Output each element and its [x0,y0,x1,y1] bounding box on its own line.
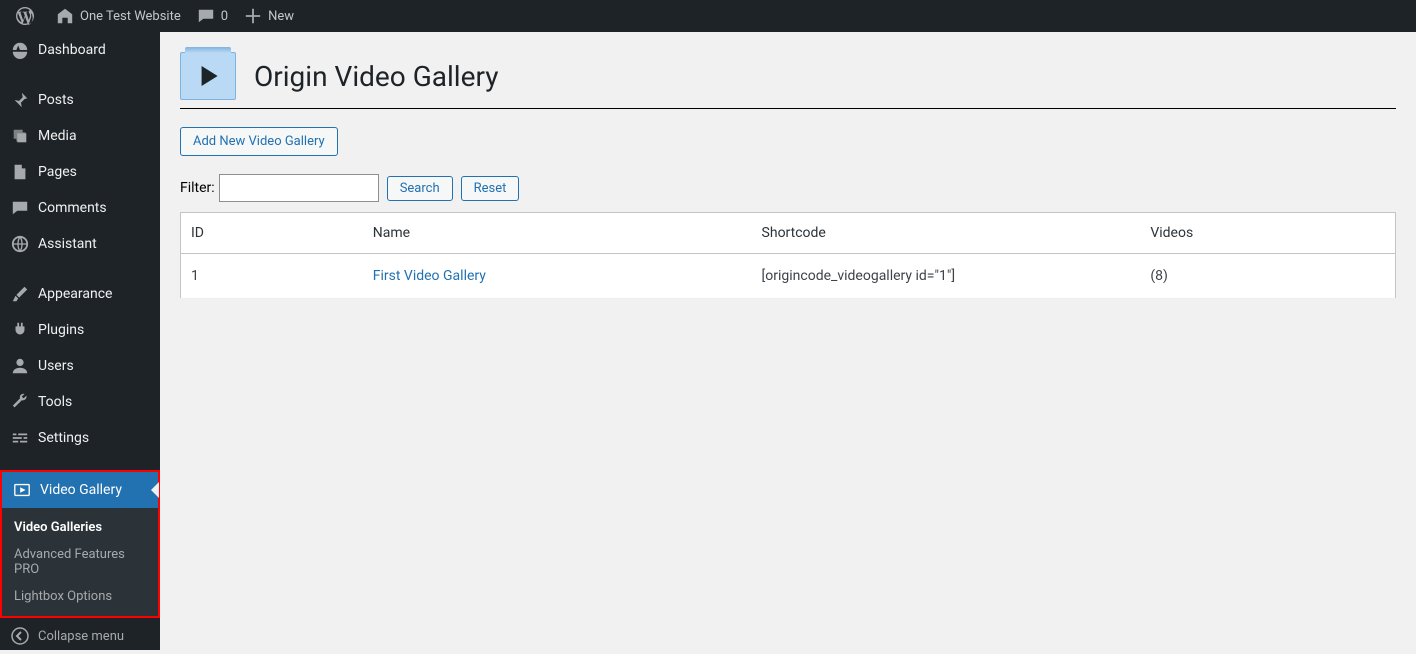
video-gallery-submenu: Video Galleries Advanced Features PRO Li… [2,508,158,616]
collapse-menu[interactable]: Collapse menu [0,618,160,654]
menu-settings[interactable]: Settings [0,420,160,456]
table-header-row: ID Name Shortcode Videos [181,213,1396,254]
comments-count: 0 [221,9,228,24]
filter-label: Filter: [180,180,215,196]
site-name-text: One Test Website [80,9,181,24]
cell-shortcode: [origincode_videogallery id="1"] [752,254,1141,299]
cell-id: 1 [181,254,363,299]
menu-posts[interactable]: Posts [0,82,160,118]
menu-label: Assistant [38,236,97,252]
gallery-name-link[interactable]: First Video Gallery [373,268,486,284]
galleries-table: ID Name Shortcode Videos 1 First Video G… [180,212,1396,299]
page-title: Origin Video Gallery [254,60,498,93]
cell-videos: (8) [1140,254,1395,299]
add-new-gallery-button[interactable]: Add New Video Gallery [180,127,338,156]
main-content: Origin Video Gallery Add New Video Galle… [160,32,1416,650]
col-id: ID [181,213,363,254]
collapse-label: Collapse menu [38,629,124,644]
menu-label: Posts [38,92,74,108]
menu-label: Video Gallery [40,482,122,498]
admin-bar: One Test Website 0 New [0,0,1416,32]
menu-label: Pages [38,164,77,180]
menu-label: Plugins [38,322,84,338]
menu-dashboard[interactable]: Dashboard [0,32,160,68]
menu-pages[interactable]: Pages [0,154,160,190]
video-gallery-highlight: Video Gallery Video Galleries Advanced F… [0,470,160,618]
menu-tools[interactable]: Tools [0,384,160,420]
menu-label: Dashboard [38,42,106,58]
col-shortcode: Shortcode [752,213,1141,254]
search-button[interactable]: Search [387,176,453,201]
page-icon [10,162,30,182]
menu-label: Tools [38,394,72,410]
submenu-video-galleries[interactable]: Video Galleries [2,514,158,541]
comment-icon [10,198,30,218]
brush-icon [10,284,30,304]
menu-label: Settings [38,430,89,446]
plug-icon [10,320,30,340]
new-content-link[interactable]: New [236,0,302,32]
user-icon [10,356,30,376]
media-icon [10,126,30,146]
col-videos: Videos [1140,213,1395,254]
pin-icon [10,90,30,110]
menu-plugins[interactable]: Plugins [0,312,160,348]
filter-input[interactable] [219,174,379,202]
comments-link[interactable]: 0 [189,0,236,32]
dashboard-icon [10,40,30,60]
menu-label: Users [38,358,74,374]
menu-label: Media [38,128,77,144]
page-header: Origin Video Gallery [180,52,1396,109]
menu-users[interactable]: Users [0,348,160,384]
menu-comments[interactable]: Comments [0,190,160,226]
submenu-lightbox-options[interactable]: Lightbox Options [2,583,158,610]
table-row[interactable]: 1 First Video Gallery [origincode_videog… [181,254,1396,299]
submenu-advanced-features[interactable]: Advanced Features PRO [2,541,158,583]
filter-row: Filter: Search Reset [180,174,1396,202]
wrench-icon [10,392,30,412]
reset-button[interactable]: Reset [461,176,520,201]
play-icon [12,480,32,500]
plugin-logo-icon [180,52,236,100]
comment-icon [197,7,215,25]
col-name: Name [363,213,752,254]
menu-label: Appearance [38,286,112,302]
wp-logo[interactable] [8,0,48,32]
menu-video-gallery[interactable]: Video Gallery [2,472,158,508]
menu-label: Comments [38,200,107,216]
wordpress-icon [16,7,34,25]
cell-name: First Video Gallery [363,254,752,299]
home-icon [56,7,74,25]
site-name-link[interactable]: One Test Website [48,0,189,32]
collapse-icon [10,626,30,646]
plus-icon [244,7,262,25]
menu-media[interactable]: Media [0,118,160,154]
sliders-icon [10,428,30,448]
globe-icon [10,234,30,254]
menu-assistant[interactable]: Assistant [0,226,160,262]
new-label: New [268,9,294,24]
admin-sidebar: Dashboard Posts Media Pages Comments Ass… [0,32,160,650]
menu-appearance[interactable]: Appearance [0,276,160,312]
